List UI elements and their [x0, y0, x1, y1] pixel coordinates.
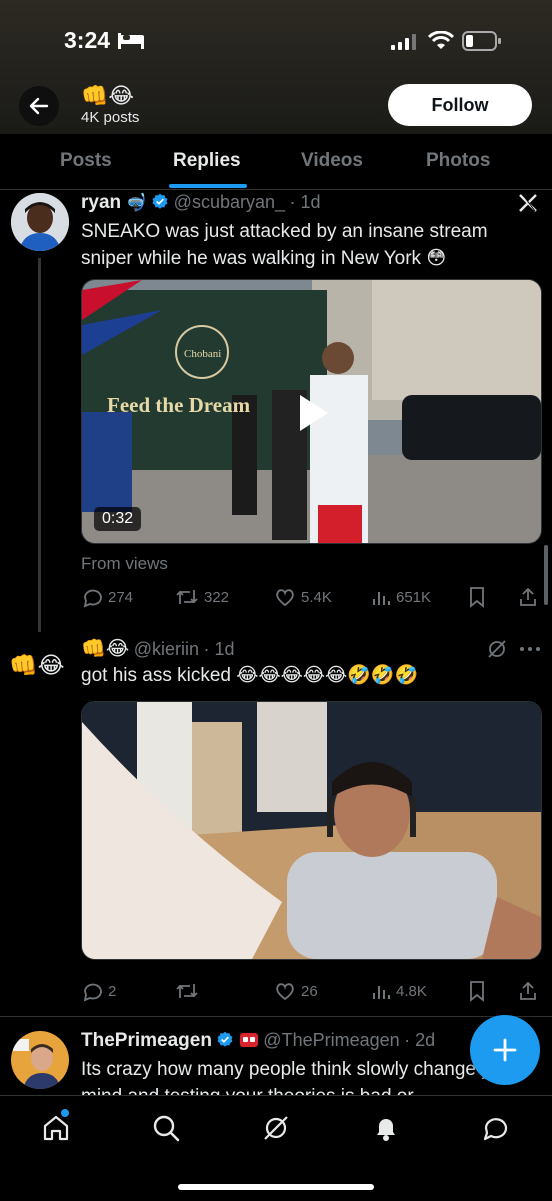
views-icon: [373, 592, 390, 605]
tweet-1-handle[interactable]: @scubaryan_: [174, 192, 285, 212]
tweet-1-from-label: From views: [81, 554, 168, 573]
tweet-2-text: got his ass kicked 😂😂😂😂😂🤣🤣🤣: [81, 665, 419, 686]
scrollbar[interactable]: [544, 545, 548, 605]
tweet-1-text: SNEAKO was just attacked by an insane st…: [81, 221, 488, 269]
notification-dot: [61, 1109, 69, 1117]
plus-icon: [493, 1038, 517, 1062]
heart-icon: [276, 589, 294, 607]
play-button[interactable]: [288, 389, 336, 437]
tweet-1-header: ryan 🤿 @scubaryan_ · 1d: [81, 192, 321, 214]
tweet-1-reply-button[interactable]: 274: [81, 586, 133, 608]
x-logo-icon[interactable]: [518, 193, 538, 213]
repost-icon: [176, 984, 198, 998]
tab-posts[interactable]: Posts: [60, 150, 112, 172]
tweet-2-avatar-emoji[interactable]: 👊😂: [9, 651, 65, 679]
play-icon: [300, 395, 328, 431]
video-brand-text: Chobani: [184, 348, 222, 360]
tweet-1-repost-button[interactable]: 322: [175, 586, 229, 608]
status-time: 3:24: [64, 27, 111, 53]
profile-display-name: 👊😂: [81, 83, 135, 108]
like-count: 26: [301, 982, 318, 1000]
repost-count: 322: [204, 588, 230, 606]
tweet-2-like-button[interactable]: 26: [274, 980, 318, 1002]
views-count: 651K: [396, 588, 432, 606]
nav-home[interactable]: [41, 1109, 71, 1143]
verified-badge-icon: [152, 193, 168, 209]
reply-icon: [83, 983, 102, 1002]
snorkel-mask-emoji: 🤿: [125, 193, 147, 212]
video-sign-text: Feed the Dream: [107, 393, 251, 417]
share-icon[interactable]: [518, 980, 538, 1002]
more-options-icon[interactable]: [519, 645, 541, 653]
reply-count: 2: [108, 982, 117, 1000]
tweet-3-text: Its crazy how many people think slowly c…: [81, 1059, 518, 1095]
share-icon[interactable]: [518, 586, 538, 608]
tweet-2-time: · 1d: [203, 639, 235, 659]
thread-line: [38, 258, 41, 632]
tweet-1-video[interactable]: Feed the Dream Chobani 0:32: [81, 279, 542, 544]
post-count: 4K posts: [81, 109, 140, 126]
repost-icon: [176, 590, 198, 604]
tweet-1-views-button[interactable]: 651K: [371, 586, 431, 608]
affiliate-badge-icon: [239, 1033, 258, 1047]
tweet-3-time: · 2d: [404, 1030, 436, 1050]
nav-messages[interactable]: [481, 1113, 511, 1143]
bookmark-icon[interactable]: [467, 980, 487, 1002]
avatar-image: [11, 193, 69, 251]
signal-icon: [391, 34, 416, 50]
tweet-2-header: 👊😂 @kieriin · 1d: [81, 636, 235, 661]
avatar-theprimeagen[interactable]: [11, 1031, 69, 1089]
home-indicator: [178, 1184, 374, 1190]
bell-icon: [377, 1119, 395, 1141]
grok-icon[interactable]: [486, 638, 508, 660]
tab-videos[interactable]: Videos: [301, 150, 363, 172]
battery-icon: [462, 31, 501, 51]
reply-icon: [83, 589, 102, 608]
nav-grok[interactable]: [261, 1113, 291, 1143]
tweet-divider: [0, 1016, 552, 1017]
compose-button[interactable]: [470, 1015, 540, 1085]
tweet-1-author-name[interactable]: ryan: [81, 192, 121, 213]
search-icon: [153, 1115, 180, 1142]
tab-photos[interactable]: Photos: [426, 150, 490, 172]
active-tab-indicator: [169, 184, 247, 188]
avatar-ryan[interactable]: [11, 193, 69, 251]
grok-icon: [264, 1116, 288, 1140]
tweet-3-author-name[interactable]: ThePrimeagen: [81, 1030, 212, 1051]
tweet-1-time: · 1d: [289, 192, 321, 212]
tweet-1-like-button[interactable]: 5.4K: [274, 586, 332, 608]
message-icon: [483, 1118, 508, 1141]
reply-count: 274: [108, 588, 134, 606]
arrow-left-icon: [29, 97, 49, 115]
bookmark-icon[interactable]: [467, 586, 487, 608]
heart-icon: [276, 983, 294, 1001]
tweet-2-image[interactable]: [81, 701, 542, 960]
views-count: 4.8K: [396, 982, 427, 1000]
tweet-3-header: ThePrimeagen @ThePrimeagen · 2d: [81, 1030, 435, 1052]
profile-tabs: Posts Replies Videos Photos: [0, 134, 552, 190]
views-icon: [373, 986, 390, 999]
verified-badge-icon: [217, 1031, 233, 1047]
tweet-2-author-name[interactable]: 👊😂: [81, 638, 129, 660]
like-count: 5.4K: [301, 588, 332, 606]
video-duration: 0:32: [94, 507, 142, 531]
back-button[interactable]: [19, 86, 59, 126]
avatar-image: [11, 1031, 69, 1089]
home-icon: [43, 1115, 69, 1141]
tweet-2-views-button[interactable]: 4.8K: [371, 980, 427, 1002]
bed-icon: [118, 33, 144, 49]
tweet-2-reply-button[interactable]: 2: [81, 980, 116, 1002]
nav-notifications[interactable]: [371, 1113, 401, 1143]
tweet-2-photo: [82, 702, 541, 959]
nav-search[interactable]: [151, 1113, 181, 1143]
tweet-2-handle[interactable]: @kieriin: [134, 639, 199, 659]
tweet-3-handle[interactable]: @ThePrimeagen: [263, 1030, 399, 1050]
follow-button[interactable]: Follow: [388, 84, 532, 126]
tweet-2-repost-button[interactable]: [175, 980, 204, 1002]
tab-replies[interactable]: Replies: [173, 150, 241, 172]
wifi-icon: [428, 31, 454, 49]
